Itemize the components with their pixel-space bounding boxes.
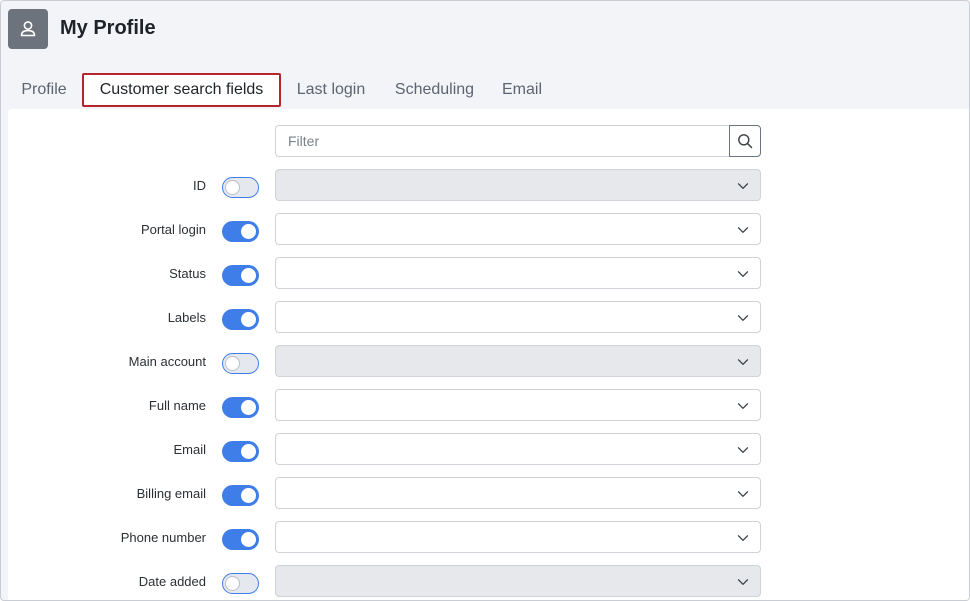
toggle-knob (225, 355, 240, 371)
tab-last-login[interactable]: Last login (288, 73, 374, 107)
toggle-knob (241, 488, 256, 503)
tab-email[interactable]: Email (495, 73, 549, 107)
filter-input[interactable] (275, 125, 730, 157)
toggle-knob (241, 268, 256, 283)
chevron-down-icon (737, 271, 749, 277)
toggle-knob (241, 224, 256, 239)
search-fields-panel: ID Portal login Status Labels Main account Fu… (8, 109, 969, 600)
chevron-down-icon (737, 359, 749, 365)
tab-bar: Profile Customer search fields Last logi… (1, 73, 969, 109)
search-field-row: Status (8, 257, 768, 289)
search-field-label: Main account (128, 353, 206, 369)
search-button[interactable] (729, 125, 761, 157)
profile-window: My Profile Profile Customer search field… (0, 0, 970, 601)
search-field-row: Date added (8, 565, 768, 597)
chevron-down-icon (737, 403, 749, 409)
search-field-label: Billing email (136, 485, 206, 501)
search-field-select[interactable] (275, 389, 761, 421)
chevron-down-icon (737, 535, 749, 541)
search-field-select[interactable] (275, 477, 761, 509)
search-field-toggle[interactable] (222, 265, 259, 286)
search-field-toggle[interactable] (222, 485, 259, 506)
search-field-label: Phone number (120, 529, 206, 545)
toggle-knob (241, 532, 256, 547)
tab-scheduling[interactable]: Scheduling (386, 73, 483, 107)
avatar (8, 9, 48, 49)
chevron-down-icon (737, 579, 749, 585)
tab-profile[interactable]: Profile (13, 73, 75, 107)
chevron-down-icon (737, 183, 749, 189)
page-title: My Profile (60, 17, 156, 39)
toggle-knob (225, 179, 240, 195)
search-field-select[interactable] (275, 257, 761, 289)
tab-customer-search-fields[interactable]: Customer search fields (82, 73, 281, 107)
search-field-label: Portal login (140, 221, 206, 237)
search-field-select[interactable] (275, 213, 761, 245)
search-field-toggle[interactable] (222, 573, 259, 594)
search-field-label: Status (169, 265, 206, 281)
chevron-down-icon (737, 227, 749, 233)
search-field-select (275, 565, 761, 597)
toggle-knob (225, 575, 240, 591)
search-field-row: Labels (8, 301, 768, 333)
search-field-select[interactable] (275, 433, 761, 465)
search-field-select[interactable] (275, 301, 761, 333)
search-field-label: Full name (148, 397, 206, 413)
search-field-toggle[interactable] (222, 177, 259, 198)
search-field-toggle[interactable] (222, 397, 259, 418)
search-field-select (275, 169, 761, 201)
user-icon (20, 21, 36, 37)
search-field-toggle[interactable] (222, 441, 259, 462)
search-field-toggle[interactable] (222, 353, 259, 374)
search-field-label: Labels (167, 309, 206, 325)
search-field-toggle[interactable] (222, 221, 259, 242)
search-field-toggle[interactable] (222, 529, 259, 550)
page-header: My Profile (1, 1, 969, 65)
chevron-down-icon (737, 315, 749, 321)
search-field-label: Date added (138, 573, 206, 589)
search-field-select (275, 345, 761, 377)
search-field-row: Main account (8, 345, 768, 377)
search-field-label: ID (193, 177, 206, 193)
search-field-row: Email (8, 433, 768, 465)
chevron-down-icon (737, 447, 749, 453)
search-field-select[interactable] (275, 521, 761, 553)
chevron-down-icon (737, 491, 749, 497)
search-field-toggle[interactable] (222, 309, 259, 330)
search-field-row: ID (8, 169, 768, 201)
search-field-row: Phone number (8, 521, 768, 553)
toggle-knob (241, 312, 256, 327)
search-field-label: Email (173, 441, 206, 457)
search-field-row: Billing email (8, 477, 768, 509)
search-field-row: Full name (8, 389, 768, 421)
search-icon (738, 134, 753, 149)
toggle-knob (241, 444, 256, 459)
filter-group (275, 125, 761, 157)
toggle-knob (241, 400, 256, 415)
search-field-row: Portal login (8, 213, 768, 245)
